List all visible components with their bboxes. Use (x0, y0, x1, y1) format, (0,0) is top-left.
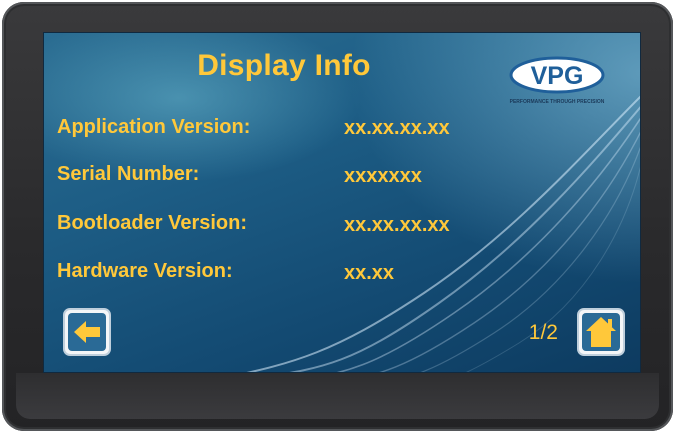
back-button[interactable] (63, 308, 111, 356)
application-version-label: Application Version: (57, 116, 251, 138)
screen-title: Display Info (197, 49, 371, 82)
bootloader-version-label: Bootloader Version: (57, 212, 248, 234)
page-indicator: 1/2 (528, 321, 558, 344)
left-arrow-icon (74, 321, 100, 343)
home-button[interactable] (577, 308, 625, 356)
device-chin (16, 373, 659, 419)
serial-number-label: Serial Number: (57, 163, 200, 185)
hardware-version-value: xx.xx (344, 262, 395, 284)
vpg-logo: VPG PERFORMANCE THROUGH PRECISION (509, 56, 605, 105)
hardware-version-label: Hardware Version: (57, 260, 233, 282)
svg-text:VPG: VPG (531, 62, 584, 90)
display-screen: Display Info VPG PERFORMANCE THROUGH PRE… (43, 32, 641, 373)
serial-number-value: xxxxxxx (344, 165, 422, 187)
application-version-value: xx.xx.xx.xx (344, 117, 450, 139)
bootloader-version-value: xx.xx.xx.xx (344, 214, 450, 236)
home-icon (586, 317, 616, 347)
svg-text:PERFORMANCE THROUGH PRECISION: PERFORMANCE THROUGH PRECISION (510, 99, 605, 105)
